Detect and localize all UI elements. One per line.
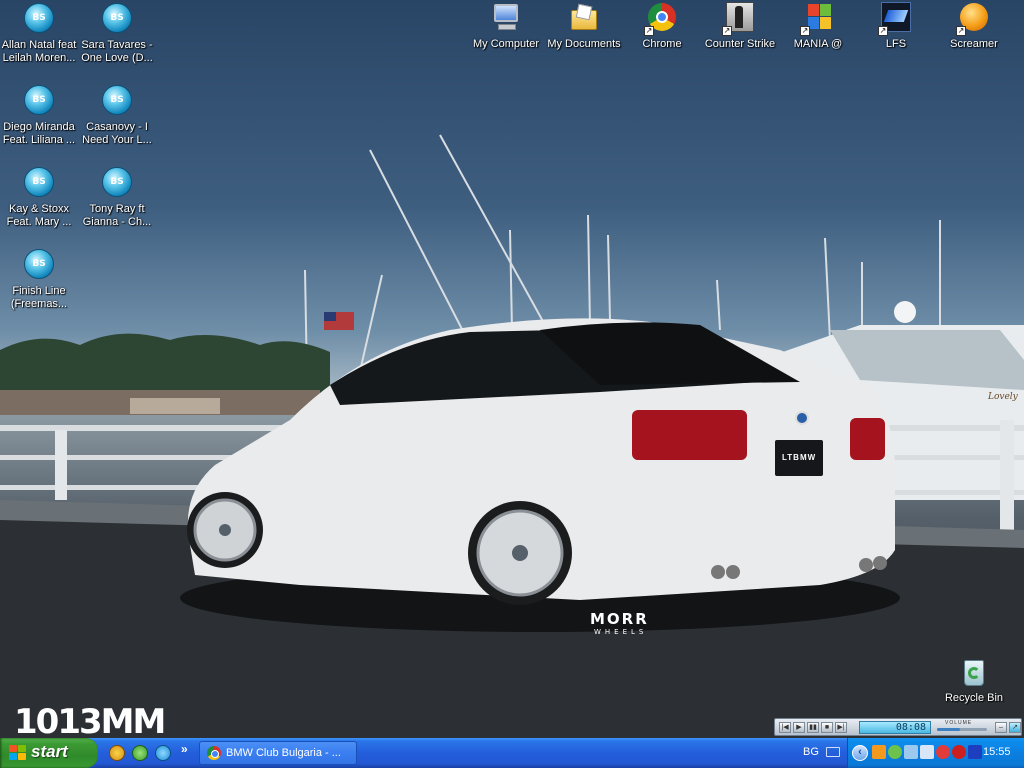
opera-icon[interactable] bbox=[952, 745, 966, 759]
bsplayer-icon: BS bbox=[23, 249, 55, 281]
language-indicator[interactable]: BG bbox=[803, 746, 819, 758]
skype-icon[interactable] bbox=[155, 745, 171, 761]
desktop-icon-allan-natal[interactable]: BS Allan Natal feat Leilah Moren... bbox=[0, 2, 78, 65]
media-icon[interactable] bbox=[968, 745, 982, 759]
chrome-icon bbox=[207, 746, 221, 760]
utorrent-icon[interactable] bbox=[132, 745, 148, 761]
desktop-icon-mania[interactable]: ↗ MANIA @ bbox=[779, 2, 857, 51]
keyboard-icon[interactable] bbox=[826, 747, 840, 757]
bsplayer-icon: BS bbox=[101, 85, 133, 117]
desktop[interactable]: MORR WHEELS LTBMW Lovely 1013MM BS Allan… bbox=[0, 0, 1024, 738]
mania-icon: ↗ bbox=[800, 2, 834, 36]
my-computer-icon bbox=[490, 2, 522, 34]
desktop-icon-screamer[interactable]: ↗ Screamer bbox=[935, 2, 1013, 51]
clock[interactable]: 15:55 bbox=[983, 746, 1011, 758]
bsplayer-icon: BS bbox=[101, 3, 133, 35]
bsplayer-icon: BS bbox=[23, 85, 55, 117]
wallpaper-watermark: 1013MM bbox=[14, 702, 166, 738]
desktop-icon-sara-tavares[interactable]: BS Sara Tavares - One Love (D... bbox=[78, 2, 156, 65]
next-button[interactable]: ▶| bbox=[835, 722, 847, 733]
start-button[interactable]: start bbox=[0, 738, 98, 768]
minimize-player-button[interactable]: – bbox=[995, 722, 1007, 733]
restore-player-button[interactable]: ↗ bbox=[1009, 722, 1021, 733]
counter-strike-icon: ↗ bbox=[722, 2, 756, 36]
play-button[interactable]: ▶ bbox=[793, 722, 805, 733]
lfs-icon: ↗ bbox=[878, 2, 912, 36]
stop-button[interactable]: ■ bbox=[821, 722, 833, 733]
my-documents-icon bbox=[568, 2, 600, 34]
desktop-icon-chrome[interactable]: ↗ Chrome bbox=[623, 2, 701, 51]
utorrent-tray-icon[interactable] bbox=[888, 745, 902, 759]
player-time-display: 08:08 bbox=[859, 721, 931, 734]
desktop-icon-diego-miranda[interactable]: BS Diego Miranda Feat. Liliana ... bbox=[0, 84, 78, 147]
desktop-icon-kay-stoxx[interactable]: BS Kay & Stoxx Feat. Mary ... bbox=[0, 166, 78, 229]
bsplayer-icon: BS bbox=[23, 3, 55, 35]
chrome-icon[interactable] bbox=[109, 745, 125, 761]
boat-name: Lovely bbox=[988, 392, 1018, 402]
network-icon[interactable] bbox=[904, 745, 918, 759]
taskbar-window-button[interactable]: BMW Club Bulgaria - ... bbox=[199, 741, 357, 765]
wallpaper-wheel-brand: MORR WHEELS bbox=[590, 610, 649, 636]
desktop-icon-counter-strike[interactable]: ↗ Counter Strike bbox=[701, 2, 779, 51]
desktop-icon-casanovy[interactable]: BS Casanovy - I Need Your L... bbox=[78, 84, 156, 147]
windows-logo-icon bbox=[9, 745, 27, 761]
chrome-icon: ↗ bbox=[644, 2, 678, 36]
taskbar: start » BMW Club Bulgaria - ... BG ‹ 15:… bbox=[0, 738, 1024, 768]
screamer-icon: ↗ bbox=[956, 2, 990, 36]
desktop-icon-finish-line[interactable]: BS Finish Line (Freemas... bbox=[0, 248, 78, 311]
bsplayer-icon: BS bbox=[101, 167, 133, 199]
antivirus-icon[interactable] bbox=[936, 745, 950, 759]
desktop-icon-my-documents[interactable]: My Documents bbox=[545, 2, 623, 51]
volume-slider[interactable]: VOLUME bbox=[937, 720, 987, 732]
media-player-bar[interactable]: |◀ ▶ ▮▮ ■ ▶| 08:08 VOLUME – ↗ bbox=[774, 718, 1022, 736]
desktop-icon-lfs[interactable]: ↗ LFS bbox=[857, 2, 935, 51]
pause-button[interactable]: ▮▮ bbox=[807, 722, 819, 733]
quick-launch-overflow[interactable]: » bbox=[181, 742, 188, 756]
desktop-icon-tony-ray[interactable]: BS Tony Ray ft Gianna - Ch... bbox=[78, 166, 156, 229]
volume-icon[interactable] bbox=[920, 745, 934, 759]
recycle-bin-icon bbox=[958, 656, 990, 688]
bsplayer-icon: BS bbox=[23, 167, 55, 199]
desktop-icon-my-computer[interactable]: My Computer bbox=[467, 2, 545, 51]
license-plate: LTBMW bbox=[782, 453, 817, 462]
winamp-icon[interactable] bbox=[872, 745, 886, 759]
desktop-icon-recycle-bin[interactable]: Recycle Bin bbox=[935, 656, 1013, 705]
tray-expand-chevron-icon[interactable]: ‹ bbox=[852, 745, 868, 761]
prev-button[interactable]: |◀ bbox=[779, 722, 791, 733]
